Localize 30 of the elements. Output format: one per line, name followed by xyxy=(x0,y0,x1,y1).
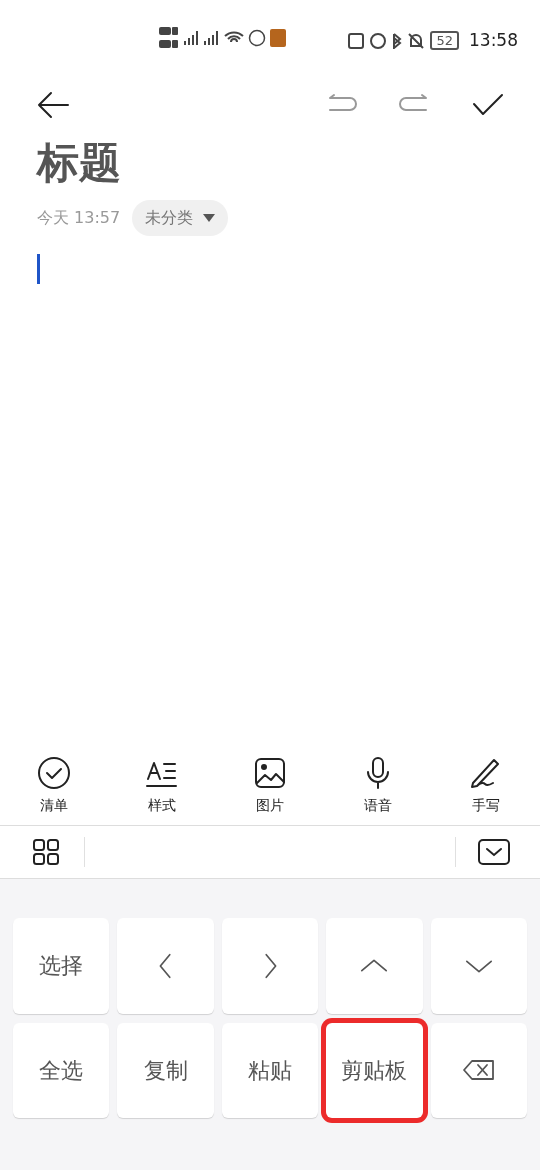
keyboard-key[interactable]: 全选 xyxy=(13,1022,110,1118)
signal-icon xyxy=(184,31,200,45)
category-dropdown[interactable]: 未分类 xyxy=(132,200,229,236)
toolbar-button[interactable]: 语音 xyxy=(324,755,432,816)
dropdown-triangle-icon xyxy=(203,214,216,222)
wifi-icon xyxy=(224,31,244,45)
note-date: 今天 13:57 xyxy=(37,207,121,229)
keyboard-key[interactable]: 粘贴 xyxy=(221,1022,319,1118)
muted-bell-icon xyxy=(408,32,425,49)
grid-menu-icon[interactable] xyxy=(32,838,60,866)
text-cursor xyxy=(37,254,40,284)
battery-level: 52 xyxy=(430,31,459,51)
app-icon xyxy=(270,29,286,47)
toolbar-button[interactable]: 图片 xyxy=(216,755,324,816)
signal-icon xyxy=(204,31,220,45)
toolbar-button[interactable]: 样式 xyxy=(108,755,216,816)
status-time: 13:58 xyxy=(469,29,518,52)
sim-cards-icon xyxy=(158,26,180,50)
toolbar-button[interactable]: 手写 xyxy=(432,755,540,816)
hide-keyboard-icon[interactable] xyxy=(478,838,510,866)
image-icon xyxy=(252,755,288,791)
back-arrow-icon[interactable] xyxy=(36,90,70,120)
keyboard-key[interactable] xyxy=(430,1022,527,1118)
keyboard-key[interactable]: 复制 xyxy=(117,1022,214,1118)
note-title[interactable]: 标题 xyxy=(37,142,503,184)
check-circle-icon xyxy=(36,755,72,791)
checkmark-icon[interactable] xyxy=(472,93,504,117)
bluetooth-icon xyxy=(392,32,403,49)
keyboard-key[interactable]: 选择 xyxy=(13,918,110,1014)
toolbar-button[interactable]: 清单 xyxy=(0,755,108,816)
